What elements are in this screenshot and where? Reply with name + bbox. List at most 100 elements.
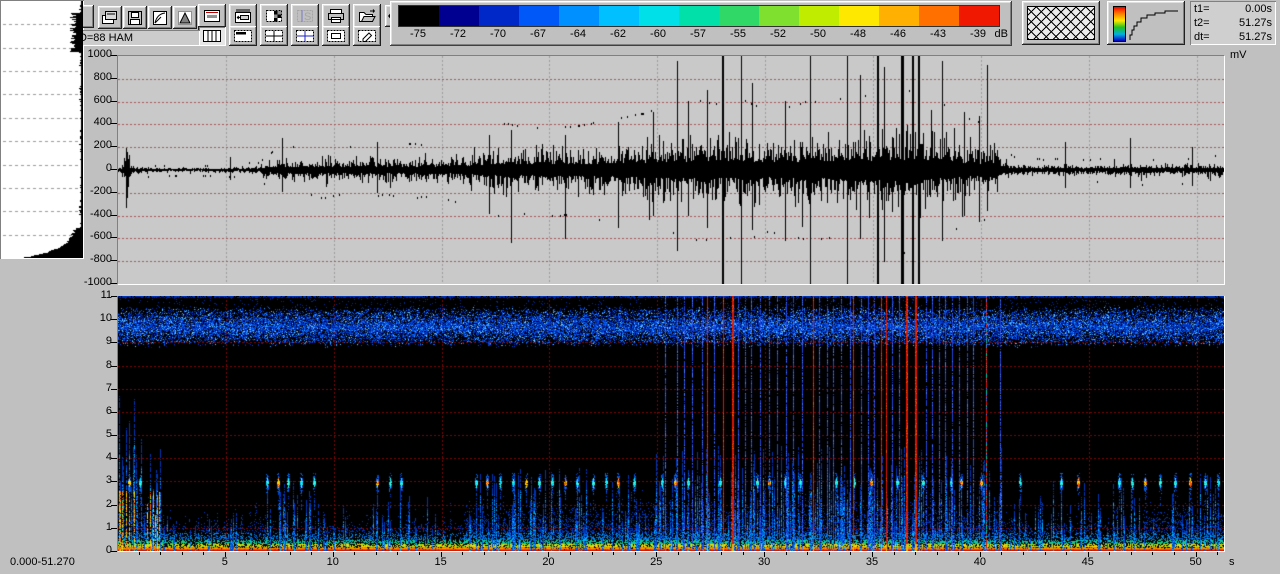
axis-tick-label: -800 — [62, 253, 112, 265]
axis-tick-label: 1 — [62, 521, 112, 533]
axis-tick-mark — [111, 389, 117, 390]
palette-gradient-icon — [1113, 6, 1126, 42]
spectrum-display-icon — [234, 8, 252, 24]
axis-tick-label: 5 — [62, 428, 112, 440]
axis-tick-mark — [111, 342, 117, 343]
pattern-display-button[interactable] — [1022, 1, 1100, 45]
transfer-function-button[interactable] — [1107, 1, 1185, 45]
waveform-canvas[interactable] — [118, 56, 1224, 284]
window-function-button[interactable] — [173, 6, 197, 29]
axis-tick-mark — [570, 552, 571, 555]
axis-tick-mark — [484, 552, 485, 555]
layout-split-button[interactable] — [260, 26, 288, 46]
waveform-display-icon — [203, 8, 221, 24]
axis-tick-mark — [111, 435, 117, 436]
waveform-display-button[interactable] — [198, 4, 226, 28]
print-icon — [327, 8, 345, 24]
axis-tick-label: 8 — [62, 359, 112, 371]
axis-tick-mark — [160, 552, 161, 555]
color-stop — [639, 6, 679, 26]
axis-tick-mark — [548, 552, 549, 557]
gain-curve-icon — [152, 10, 168, 26]
gain-curve-button[interactable] — [148, 6, 172, 29]
axis-tick-mark — [915, 552, 916, 555]
color-stop — [679, 6, 719, 26]
color-scale-tick-label: -43 — [918, 28, 958, 40]
axis-tick-mark — [1066, 552, 1067, 555]
color-scale-tick-label: -72 — [438, 28, 478, 40]
copy-button[interactable] — [98, 6, 122, 29]
axis-tick-label: 10 — [62, 312, 112, 324]
crosshatch-pattern-icon — [1027, 6, 1095, 40]
axis-tick-mark — [441, 552, 442, 557]
axis-tick-mark — [980, 552, 981, 557]
axis-tick-label: 10 — [313, 556, 353, 568]
t1-value: 0.00s — [1245, 2, 1272, 16]
s-transform-button[interactable]: S — [291, 4, 319, 28]
axis-tick-mark — [111, 319, 117, 320]
axis-tick-mark — [397, 552, 398, 555]
axis-tick-mark — [1001, 552, 1002, 555]
axis-tick-mark — [182, 552, 183, 555]
axis-tick-mark — [592, 552, 593, 555]
axis-tick-label: 5 — [205, 556, 245, 568]
axis-tick-mark — [1109, 552, 1110, 555]
layout-waveform-button[interactable] — [198, 26, 226, 46]
axis-tick-mark — [1023, 552, 1024, 555]
axis-tick-mark — [111, 458, 117, 459]
dt-readout: dt= 51.27s — [1194, 30, 1272, 44]
axis-tick-mark — [111, 146, 117, 147]
spectrogram-plot[interactable] — [117, 296, 1225, 552]
axis-tick-label: 30 — [744, 556, 784, 568]
axis-tick-mark — [139, 552, 140, 555]
color-scale-tick-label: -50 — [798, 28, 838, 40]
axis-tick-label: 20 — [528, 556, 568, 568]
spectrum-display-button[interactable] — [229, 4, 257, 28]
layout-spectrum-button[interactable] — [229, 26, 257, 46]
axis-tick-mark — [111, 169, 117, 170]
axis-tick-label: 45 — [1068, 556, 1108, 568]
axis-tick-mark — [111, 55, 117, 56]
save-button[interactable] — [123, 6, 147, 29]
edit-button[interactable] — [353, 26, 381, 46]
axis-tick-mark — [111, 481, 117, 482]
axis-tick-mark — [203, 552, 204, 555]
color-stop — [399, 6, 439, 26]
axis-tick-label: 9 — [62, 335, 112, 347]
axis-tick-mark — [656, 552, 657, 557]
axis-tick-label: -1000 — [62, 276, 112, 288]
axis-tick-label: 600 — [62, 94, 112, 106]
axis-tick-mark — [246, 552, 247, 555]
axis-tick-label: 25 — [636, 556, 676, 568]
open-button[interactable] — [353, 4, 381, 28]
axis-tick-mark — [850, 552, 851, 555]
axis-tick-mark — [1174, 552, 1175, 555]
axis-tick-mark — [111, 260, 117, 261]
svg-text:S: S — [304, 11, 311, 23]
dt-value: 51.27s — [1239, 30, 1272, 44]
color-scale-labels: -75-72-70-67-64-62-60-57-55-52-50-48-46-… — [398, 28, 998, 42]
color-scale-tick-label: -46 — [878, 28, 918, 40]
axis-tick-mark — [958, 552, 959, 555]
color-scale-unit: dB — [995, 28, 1008, 40]
axis-tick-mark — [743, 552, 744, 555]
layout-cross-button[interactable] — [291, 26, 319, 46]
axis-tick-mark — [111, 215, 117, 216]
spectrogram-display-button[interactable] — [260, 4, 288, 28]
layout-split-icon — [264, 29, 284, 43]
axis-tick-label: 15 — [421, 556, 461, 568]
spectrogram-display-icon — [265, 8, 283, 24]
spectrogram-canvas[interactable] — [118, 296, 1224, 551]
axis-tick-label: 200 — [62, 139, 112, 151]
axis-tick-mark — [111, 283, 117, 284]
layout-frame-button[interactable] — [322, 26, 350, 46]
color-scale-tick-label: -55 — [718, 28, 758, 40]
axis-tick-label: -400 — [62, 208, 112, 220]
color-stop — [479, 6, 519, 26]
color-scale-tick-label: -48 — [838, 28, 878, 40]
axis-tick-mark — [1131, 552, 1132, 555]
print-button[interactable] — [322, 4, 350, 28]
t1-readout: t1= 0.00s — [1194, 2, 1272, 16]
color-scale-tick-label: -70 — [478, 28, 518, 40]
waveform-plot[interactable] — [117, 55, 1225, 285]
